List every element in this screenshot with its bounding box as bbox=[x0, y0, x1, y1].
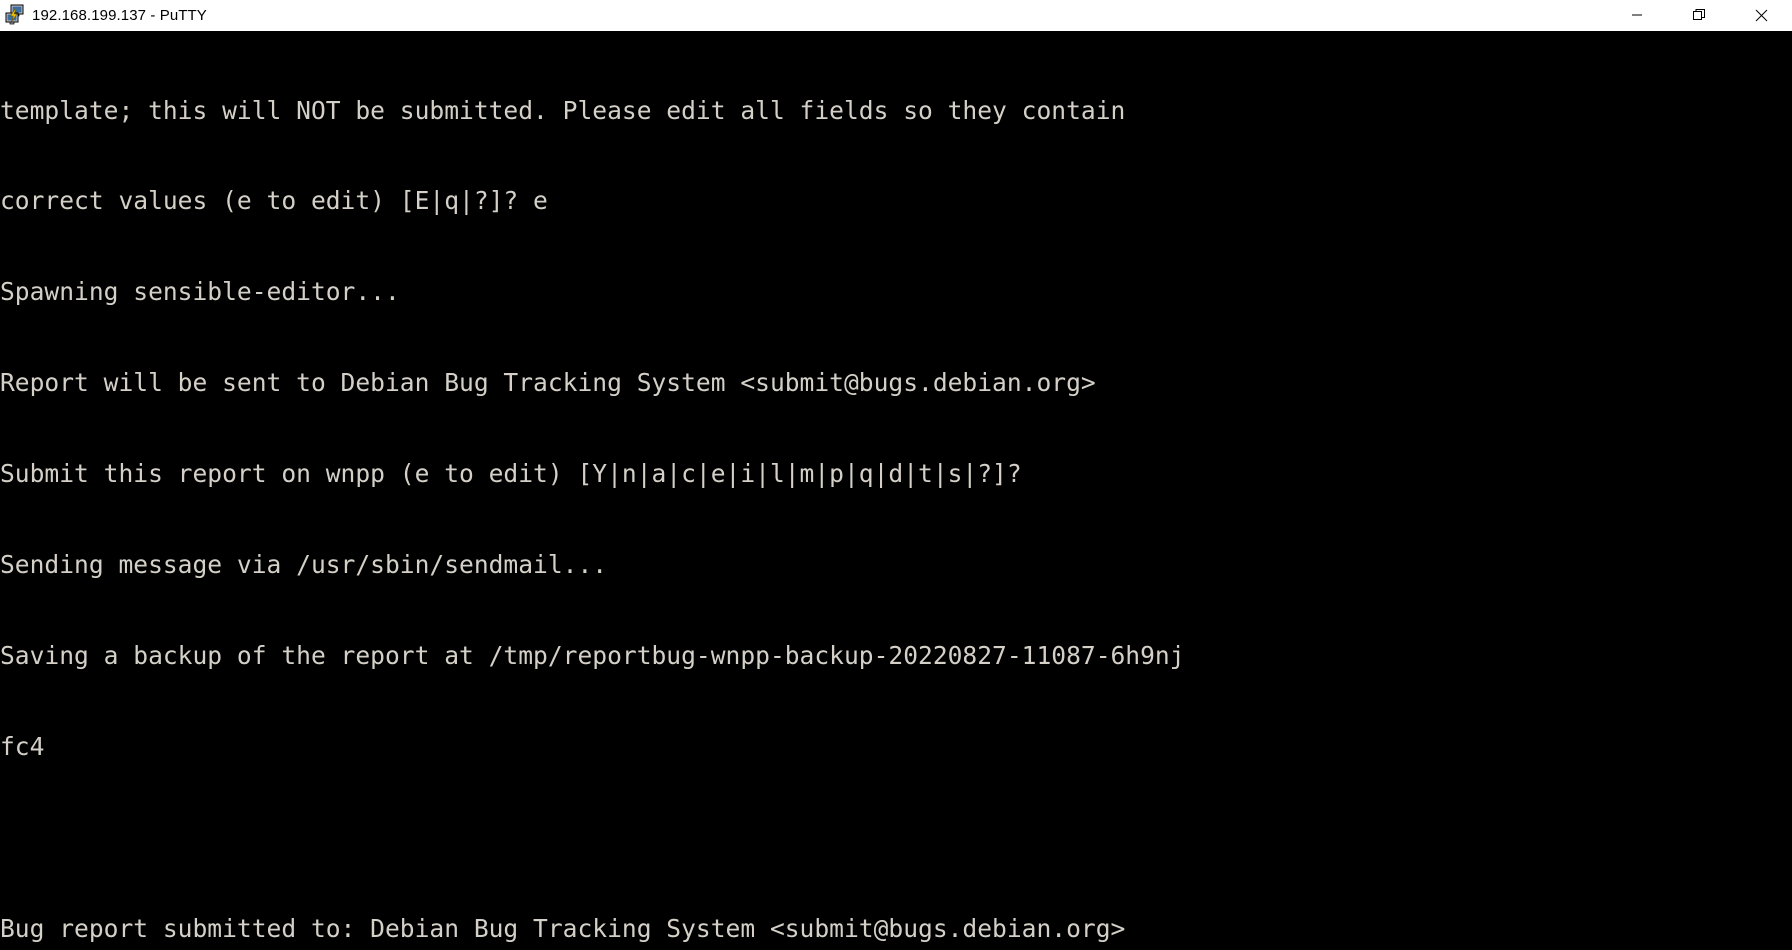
terminal-line: Sending message via /usr/sbin/sendmail..… bbox=[0, 550, 608, 580]
titlebar[interactable]: 192.168.199.137 - PuTTY bbox=[0, 0, 1792, 31]
window-controls bbox=[1606, 0, 1792, 30]
terminal-output: template; this will NOT be submitted. Pl… bbox=[0, 35, 1792, 950]
terminal-line: correct values (e to edit) [E|q|?]? e bbox=[0, 186, 548, 216]
window-title: 192.168.199.137 - PuTTY bbox=[32, 6, 207, 24]
terminal-line: Saving a backup of the report at /tmp/re… bbox=[0, 640, 1185, 670]
terminal-line: Bug report submitted to: Debian Bug Trac… bbox=[0, 913, 1126, 943]
terminal-line: Submit this report on wnpp (e to edit) [… bbox=[0, 459, 1022, 489]
minimize-button[interactable] bbox=[1606, 0, 1668, 30]
terminal-line: fc4 bbox=[0, 731, 45, 761]
terminal-screen[interactable]: template; this will NOT be submitted. Pl… bbox=[0, 31, 1792, 950]
terminal-line: template; this will NOT be submitted. Pl… bbox=[0, 95, 1126, 125]
putty-window: 192.168.199.137 - PuTTY template; this w… bbox=[0, 0, 1792, 950]
restore-button[interactable] bbox=[1668, 0, 1730, 30]
terminal-line: Report will be sent to Debian Bug Tracki… bbox=[0, 368, 1096, 398]
putty-computer-icon bbox=[4, 4, 26, 26]
terminal-line: Spawning sensible-editor... bbox=[0, 277, 400, 307]
close-button[interactable] bbox=[1730, 0, 1792, 30]
